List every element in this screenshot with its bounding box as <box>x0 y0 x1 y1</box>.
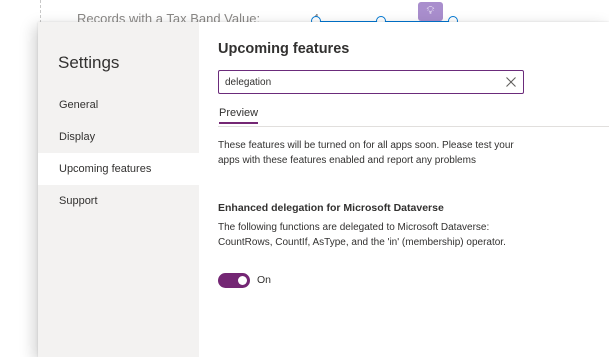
nav-item-general[interactable]: General <box>38 89 199 121</box>
nav-item-support[interactable]: Support <box>38 185 199 217</box>
toggle-state-label: On <box>257 274 272 286</box>
nav-item-display[interactable]: Display <box>38 121 199 153</box>
page-title: Upcoming features <box>218 41 350 57</box>
feature-description: The following functions are delegated to… <box>218 222 506 248</box>
toggle-thumb <box>238 276 247 285</box>
nav-item-upcoming-features[interactable]: Upcoming features <box>38 153 199 185</box>
search-box <box>218 70 524 94</box>
lightbulb-icon: 💡︎ <box>418 2 443 21</box>
feature-title: Enhanced delegation for Microsoft Datave… <box>218 202 444 214</box>
settings-nav: Settings General Display Upcoming featur… <box>38 22 199 357</box>
intro-text: These features will be turned on for all… <box>218 140 514 166</box>
tab-divider <box>218 126 609 127</box>
search-input[interactable] <box>225 73 495 91</box>
tab-preview[interactable]: Preview <box>219 107 259 124</box>
upcoming-features-content: Upcoming features Preview These features… <box>199 22 609 357</box>
settings-title: Settings <box>58 53 120 72</box>
settings-panel: Settings General Display Upcoming featur… <box>38 22 609 357</box>
close-icon[interactable] <box>505 76 517 88</box>
feature-toggle[interactable] <box>218 273 250 288</box>
